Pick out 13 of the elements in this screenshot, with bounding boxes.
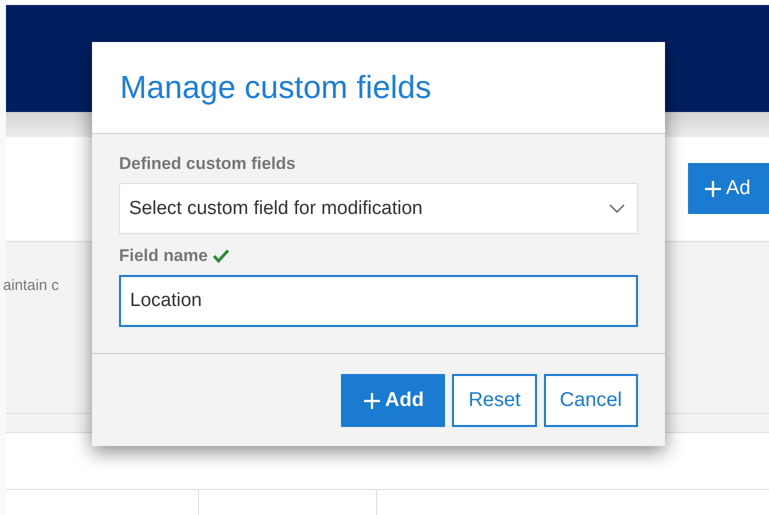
- chevron-down-icon: [609, 204, 625, 214]
- action-button[interactable]: Cancel: [544, 374, 638, 427]
- dialog-title: Manage custom fields: [120, 69, 432, 106]
- add-button[interactable]: Add: [341, 374, 446, 427]
- field-label: Field name: [119, 246, 208, 266]
- field-name-input[interactable]: Location: [119, 275, 638, 327]
- custom-field-dropdown[interactable]: Select custom field for modification: [119, 183, 638, 234]
- field-label: Defined custom fields: [119, 154, 296, 174]
- add-button[interactable]: Ad: [688, 163, 769, 214]
- description-text: aintain c: [3, 277, 59, 294]
- plus-icon: [704, 180, 722, 198]
- action-button[interactable]: Reset: [452, 374, 537, 427]
- plus-icon: [363, 392, 382, 410]
